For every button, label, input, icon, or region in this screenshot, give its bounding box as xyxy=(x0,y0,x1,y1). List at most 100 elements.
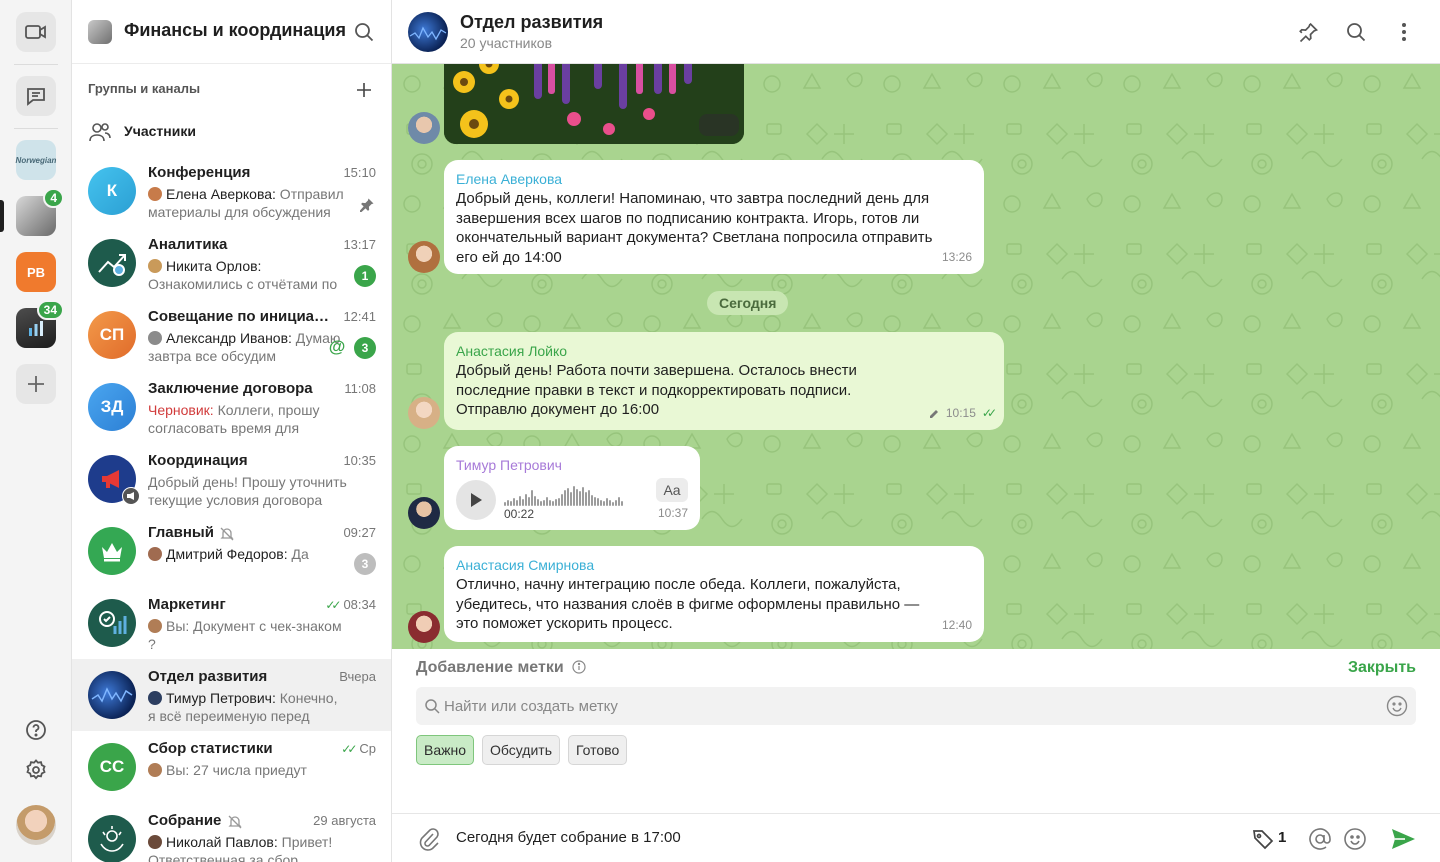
tag-search-box[interactable] xyxy=(416,687,1416,725)
tag-chip-important[interactable]: Важно xyxy=(416,735,475,765)
search-in-chat-button[interactable] xyxy=(1344,20,1368,44)
chat-time-value: Ср xyxy=(359,741,376,756)
workspace-pb[interactable]: PB xyxy=(16,252,56,292)
tag-button[interactable] xyxy=(1250,826,1276,852)
message-sender[interactable]: Анастасия Лойко xyxy=(456,343,992,359)
waveform-bar xyxy=(558,498,560,506)
tag-chip-done[interactable]: Готово xyxy=(568,735,628,765)
chat-time: 09:27 xyxy=(343,525,376,540)
chat-item[interactable]: ЗД Заключение договора 11:08 Черновик: К… xyxy=(72,371,391,443)
draft-label: Черновик: xyxy=(148,402,214,418)
sender-mini-avatar xyxy=(148,259,162,273)
waveform-bar xyxy=(588,490,590,506)
workspace-finance[interactable]: 4 xyxy=(16,188,64,236)
chat-item[interactable]: СС Сбор статистики ✓✓ Ср Вы: 27 числа при… xyxy=(72,731,391,803)
tag-chip-discuss[interactable]: Обсудить xyxy=(482,735,560,765)
add-group-button[interactable] xyxy=(352,78,376,102)
voice-waveform[interactable] xyxy=(504,482,650,506)
conversation-title: Отдел развития xyxy=(460,12,604,32)
search-icon xyxy=(425,699,440,714)
video-call-button[interactable] xyxy=(16,12,56,52)
chat-item[interactable]: Маркетинг ✓✓ 08:34 Вы: Документ с чек-зна… xyxy=(72,587,391,659)
pin-icon xyxy=(1299,22,1319,43)
voice-message-bubble[interactable]: Тимур Петрович 00:22 Aa 10:37 xyxy=(444,446,700,530)
double-check-icon: ✓✓ xyxy=(341,742,357,756)
chat-preview: Николай Павлов: Привет! Ответственная за… xyxy=(148,833,348,862)
transcribe-button[interactable]: Aa xyxy=(656,478,688,502)
kebab-menu-icon xyxy=(1402,23,1406,41)
date-separator: Сегодня xyxy=(707,291,789,315)
message-bubble[interactable]: Анастасия Лойко Добрый день! Работа почт… xyxy=(444,332,1004,430)
waveform-bar xyxy=(621,501,623,506)
chat-item[interactable]: Координация 10:35 Добрый день! Прошу уто… xyxy=(72,443,391,515)
voice-duration: 00:22 xyxy=(504,507,535,521)
chat-item[interactable]: СП Совещание по инициативе 12:41 Алексан… xyxy=(72,299,391,371)
more-menu-button[interactable] xyxy=(1392,20,1416,44)
chat-item[interactable]: Главный 09:27 Дмитрий Федоров: Да 3 xyxy=(72,515,391,587)
chat-name: Сбор статистики xyxy=(148,740,273,757)
chat-preview: Вы: 27 числа приедут xyxy=(148,761,348,797)
chat-item-selected[interactable]: Отдел развития Вчера Тимур Петрович: Кон… xyxy=(72,659,391,731)
emoji-icon[interactable] xyxy=(1386,695,1408,717)
message-bubble[interactable]: Анастасия Смирнова Отлично, начну интегр… xyxy=(444,546,984,642)
chat-item[interactable]: Собрание 29 августа Николай Павлов: Прив… xyxy=(72,803,391,862)
emoji-button[interactable] xyxy=(1342,826,1368,852)
close-tag-panel-button[interactable]: Закрыть xyxy=(1348,659,1416,677)
message-area[interactable]: Елена Аверкова Добрый день, коллеги! Нап… xyxy=(392,64,1440,649)
tag-search-input[interactable] xyxy=(444,687,1364,725)
sender-avatar[interactable] xyxy=(408,397,440,429)
chat-time: Вчера xyxy=(339,669,376,684)
chat-avatar: К xyxy=(88,167,136,215)
chat-time: 11:08 xyxy=(344,381,376,396)
sender-avatar[interactable] xyxy=(408,112,440,144)
message-sender[interactable]: Анастасия Смирнова xyxy=(456,557,972,573)
play-button[interactable] xyxy=(456,480,496,520)
chat-item[interactable]: Аналитика 13:17 Никита Орлов: Ознакомили… xyxy=(72,227,391,299)
help-button[interactable] xyxy=(16,710,56,750)
waveform-bar xyxy=(543,500,545,506)
user-avatar[interactable] xyxy=(16,805,56,845)
sender-avatar[interactable] xyxy=(408,241,440,273)
chat-name: Маркетинг xyxy=(148,596,226,613)
mention-button[interactable] xyxy=(1307,826,1333,852)
settings-button[interactable] xyxy=(16,750,56,790)
tag-count: 1 xyxy=(1278,829,1287,846)
search-button[interactable] xyxy=(352,20,376,44)
flowers-photo[interactable] xyxy=(444,64,744,144)
waveform-bar xyxy=(603,501,605,506)
analytics-icon xyxy=(98,254,126,276)
workspace-norwegian[interactable]: Norwegian xyxy=(16,140,56,180)
sender-mini-avatar xyxy=(148,619,162,633)
attach-button[interactable] xyxy=(416,826,442,852)
chat-time: 12:41 xyxy=(343,309,376,324)
chat-avatar: СС xyxy=(88,743,136,791)
workspace-analytics[interactable]: 34 xyxy=(16,300,64,348)
message-sender[interactable]: Тимур Петрович xyxy=(456,457,688,473)
group-avatar[interactable] xyxy=(408,12,448,52)
double-check-icon: ✓✓ xyxy=(981,406,997,420)
voice-player: 00:22 Aa xyxy=(456,478,688,522)
waveform-bar xyxy=(606,498,608,506)
waveform-bar xyxy=(597,498,599,506)
waveform-bar xyxy=(564,490,566,506)
chat-preview: Александр Иванов: Думаю завтра все обсуд… xyxy=(148,329,348,365)
waveform-bar xyxy=(579,491,581,506)
waveform-bar xyxy=(537,499,539,506)
unread-badge: 1 xyxy=(354,265,376,287)
send-button[interactable] xyxy=(1390,826,1416,852)
chats-button[interactable] xyxy=(16,76,56,116)
chat-avatar xyxy=(88,239,136,287)
add-workspace-button[interactable] xyxy=(16,364,56,404)
chat-preview: Черновик: Коллеги, прошу согласовать вре… xyxy=(148,401,348,437)
message-bubble[interactable]: Елена Аверкова Добрый день, коллеги! Нап… xyxy=(444,160,984,274)
pinned-messages-button[interactable] xyxy=(1296,20,1320,44)
sender-avatar[interactable] xyxy=(408,497,440,529)
message-sender[interactable]: Елена Аверкова xyxy=(456,171,972,187)
chat-avatar: СП xyxy=(88,311,136,359)
chat-item[interactable]: К Конференция 15:10 Елена Аверкова: Отпр… xyxy=(72,155,391,227)
chat-time: 15:10 xyxy=(343,165,376,180)
info-icon[interactable] xyxy=(572,660,586,674)
sender-avatar[interactable] xyxy=(408,611,440,643)
composer-text[interactable]: Сегодня будет собрание в 17:00 xyxy=(456,829,681,846)
members-row[interactable]: Участники xyxy=(72,112,391,152)
